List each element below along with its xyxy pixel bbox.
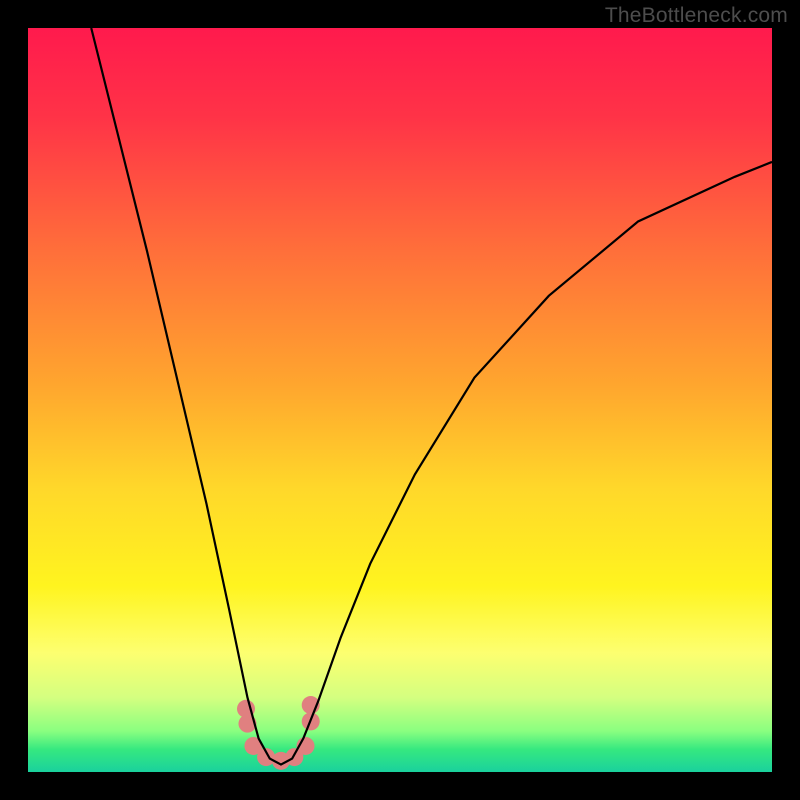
watermark-text: TheBottleneck.com (605, 4, 788, 28)
curve-layer (28, 28, 772, 772)
bottleneck-curve (91, 28, 772, 765)
plot-area (28, 28, 772, 772)
chart-frame: TheBottleneck.com (0, 0, 800, 800)
